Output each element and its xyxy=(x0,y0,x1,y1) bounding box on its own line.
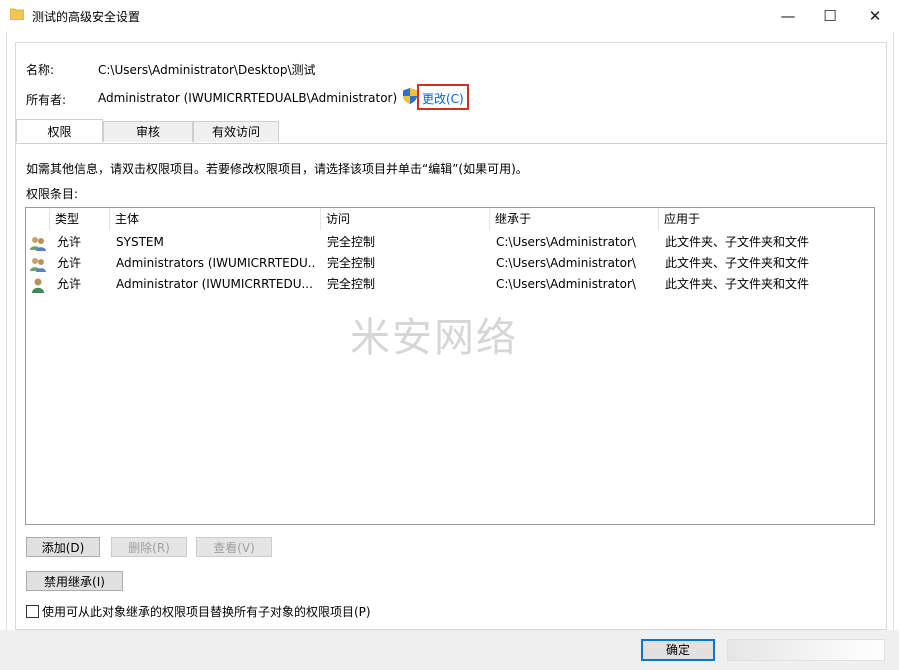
disable-inheritance-button[interactable]: 禁用继承(I) xyxy=(26,571,123,591)
add-button[interactable]: 添加(D) xyxy=(26,537,100,557)
row-principal: SYSTEM xyxy=(116,235,164,249)
row-type: 允许 xyxy=(57,256,82,270)
row-access: 完全控制 xyxy=(327,277,376,291)
row-applies-to: 此文件夹、子文件夹和文件 xyxy=(665,256,810,270)
row-applies-to: 此文件夹、子文件夹和文件 xyxy=(665,235,810,249)
row-type: 允许 xyxy=(57,277,82,291)
permissions-entries-label: 权限条目: xyxy=(26,187,79,201)
column-header-applies-to[interactable]: 应用于 xyxy=(659,208,872,230)
view-button[interactable]: 查看(V) xyxy=(196,537,272,557)
column-header-principal[interactable]: 主体 xyxy=(110,208,321,230)
close-button[interactable]: ✕ xyxy=(853,0,897,32)
user-icon xyxy=(32,278,44,293)
folder-icon xyxy=(10,8,24,20)
right-edge xyxy=(893,32,899,632)
permission-row[interactable]: 允许 Administrators (IWUMICRRTEDU... 完全控制 … xyxy=(26,253,872,274)
ok-button[interactable]: 确定 xyxy=(641,639,715,661)
tab-permissions[interactable]: 权限 xyxy=(16,119,103,142)
uac-shield-icon xyxy=(403,88,417,104)
remove-button[interactable]: 删除(R) xyxy=(111,537,187,557)
row-inherited-from: C:\Users\Administrator\ xyxy=(496,235,636,249)
column-header-access[interactable]: 访问 xyxy=(321,208,490,230)
group-icon xyxy=(30,237,46,251)
owner-value: Administrator (IWUMICRRTEDUALB\Administr… xyxy=(98,91,398,105)
watermark-text: 米安网络 xyxy=(350,315,518,361)
name-label: 名称: xyxy=(26,63,55,77)
tab-effective-access[interactable]: 有效访问 xyxy=(193,121,279,142)
window-title: 测试的高级安全设置 xyxy=(32,10,141,24)
row-inherited-from: C:\Users\Administrator\ xyxy=(496,256,636,270)
row-inherited-from: C:\Users\Administrator\ xyxy=(496,277,636,291)
maximize-button[interactable]: ☐ xyxy=(808,0,852,32)
replace-permissions-checkbox[interactable] xyxy=(26,605,39,618)
row-access: 完全控制 xyxy=(327,235,376,249)
name-value: C:\Users\Administrator\Desktop\测试 xyxy=(98,63,316,77)
replace-permissions-label: 使用可从此对象继承的权限项目替换所有子对象的权限项目(P) xyxy=(42,605,371,619)
column-header-icon xyxy=(26,208,50,230)
group-icon xyxy=(30,258,46,272)
row-principal: Administrator (IWUMICRRTEDU... xyxy=(116,277,313,291)
row-applies-to: 此文件夹、子文件夹和文件 xyxy=(665,277,810,291)
title-bar: 测试的高级安全设置 — ☐ ✕ xyxy=(0,0,899,32)
change-owner-link[interactable]: 更改(C) xyxy=(422,90,464,107)
owner-label: 所有者: xyxy=(26,93,67,107)
row-type: 允许 xyxy=(57,235,82,249)
row-principal: Administrators (IWUMICRRTEDU... xyxy=(116,256,316,270)
cancel-button-faded[interactable] xyxy=(727,639,885,661)
column-header-type[interactable]: 类型 xyxy=(50,208,110,230)
tab-auditing[interactable]: 审核 xyxy=(103,121,193,142)
left-edge xyxy=(0,32,7,632)
column-header-inherited-from[interactable]: 继承于 xyxy=(490,208,659,230)
row-access: 完全控制 xyxy=(327,256,376,270)
permissions-info-text: 如需其他信息，请双击权限项目。若要修改权限项目，请选择该项目并单击“编辑”(如果… xyxy=(26,162,528,176)
permission-row[interactable]: 允许 Administrator (IWUMICRRTEDU... 完全控制 C… xyxy=(26,274,872,295)
permission-entries-list[interactable]: 类型 主体 访问 继承于 应用于 允许 SYSTEM 完全控制 C:\Users… xyxy=(25,207,875,525)
minimize-button[interactable]: — xyxy=(766,0,810,32)
permission-row[interactable]: 允许 SYSTEM 完全控制 C:\Users\Administrator\ 此… xyxy=(26,232,872,253)
